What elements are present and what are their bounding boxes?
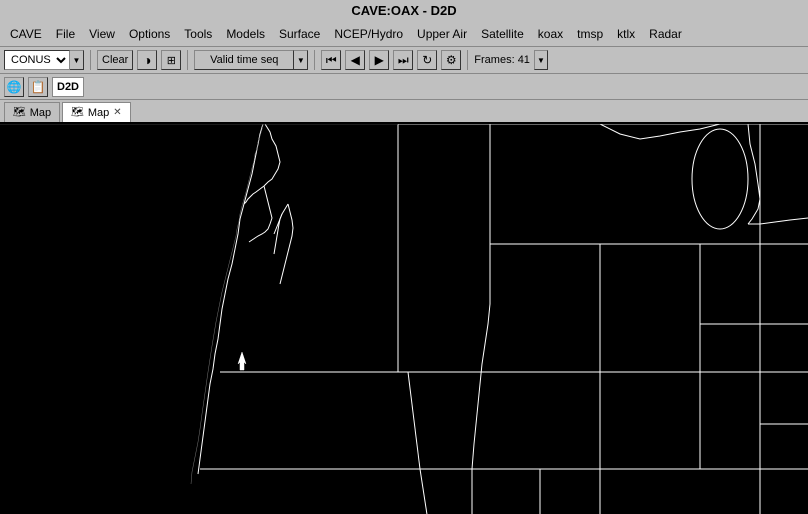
- toolbar-row2: 🌐 📋 D2D: [0, 74, 808, 100]
- map-icon-2: 🗺: [71, 107, 84, 118]
- menu-surface[interactable]: Surface: [273, 25, 326, 43]
- menu-satellite[interactable]: Satellite: [475, 25, 530, 43]
- menu-ktlx[interactable]: ktlx: [611, 25, 641, 43]
- sep3: [314, 50, 315, 70]
- menu-ncep-hydro[interactable]: NCEP/Hydro: [328, 25, 409, 43]
- refresh-icon[interactable]: ↻: [417, 50, 437, 70]
- globe-icon[interactable]: 🌐: [4, 77, 24, 97]
- menu-upper-air[interactable]: Upper Air: [411, 25, 473, 43]
- d2d-button[interactable]: D2D: [52, 77, 84, 97]
- skip-to-start-icon[interactable]: ⏮: [321, 50, 341, 70]
- d2d-toggle-icon[interactable]: 📋: [28, 77, 48, 97]
- menu-file[interactable]: File: [50, 25, 81, 43]
- tab-map-1[interactable]: 🗺 Map: [4, 102, 60, 122]
- contrast-icon[interactable]: ◑: [137, 50, 157, 70]
- frames-dropdown-arrow[interactable]: ▼: [534, 50, 548, 70]
- play-icon[interactable]: ▶: [369, 50, 389, 70]
- tab-map-1-label: Map: [30, 107, 51, 119]
- menu-bar: CAVE File View Options Tools Models Surf…: [0, 22, 808, 46]
- map-area[interactable]: [0, 124, 808, 514]
- menu-options[interactable]: Options: [123, 25, 176, 43]
- menu-tmsp[interactable]: tmsp: [571, 25, 609, 43]
- menu-view[interactable]: View: [83, 25, 121, 43]
- clear-button[interactable]: Clear: [97, 50, 133, 70]
- tab-close-icon[interactable]: ✕: [113, 107, 121, 118]
- map-icon-1: 🗺: [13, 107, 26, 118]
- step-back-icon[interactable]: ◀: [345, 50, 365, 70]
- grid-icon[interactable]: ⊞: [161, 50, 181, 70]
- tab-map-2[interactable]: 🗺 Map ✕: [62, 102, 131, 122]
- sep2: [187, 50, 188, 70]
- conus-dropdown-group: CONUS ▼: [4, 50, 84, 70]
- title-text: CAVE:OAX - D2D: [351, 3, 456, 18]
- toolbar-row1: CONUS ▼ Clear ◑ ⊞ Valid time seq ▼ ⏮ ◀ ▶…: [0, 46, 808, 74]
- menu-models[interactable]: Models: [220, 25, 271, 43]
- menu-koax[interactable]: koax: [532, 25, 569, 43]
- menu-radar[interactable]: Radar: [643, 25, 688, 43]
- tab-map-2-label: Map: [88, 107, 109, 119]
- settings-icon[interactable]: ⚙: [441, 50, 461, 70]
- title-bar: CAVE:OAX - D2D: [0, 0, 808, 22]
- menu-cave[interactable]: CAVE: [4, 25, 48, 43]
- skip-to-end-icon[interactable]: ⏭: [393, 50, 413, 70]
- valid-time-seq-btn[interactable]: Valid time seq: [194, 50, 294, 70]
- frames-label: Frames: 41: [474, 54, 530, 66]
- sep4: [467, 50, 468, 70]
- tab-panel: 🗺 Map 🗺 Map ✕: [0, 100, 808, 124]
- valid-time-dropdown-arrow[interactable]: ▼: [294, 50, 308, 70]
- sep1: [90, 50, 91, 70]
- map-svg: [0, 124, 808, 514]
- valid-time-dropdown-group: Valid time seq ▼: [194, 50, 308, 70]
- conus-dropdown-arrow[interactable]: ▼: [70, 50, 84, 70]
- menu-tools[interactable]: Tools: [178, 25, 218, 43]
- conus-select[interactable]: CONUS: [4, 50, 70, 70]
